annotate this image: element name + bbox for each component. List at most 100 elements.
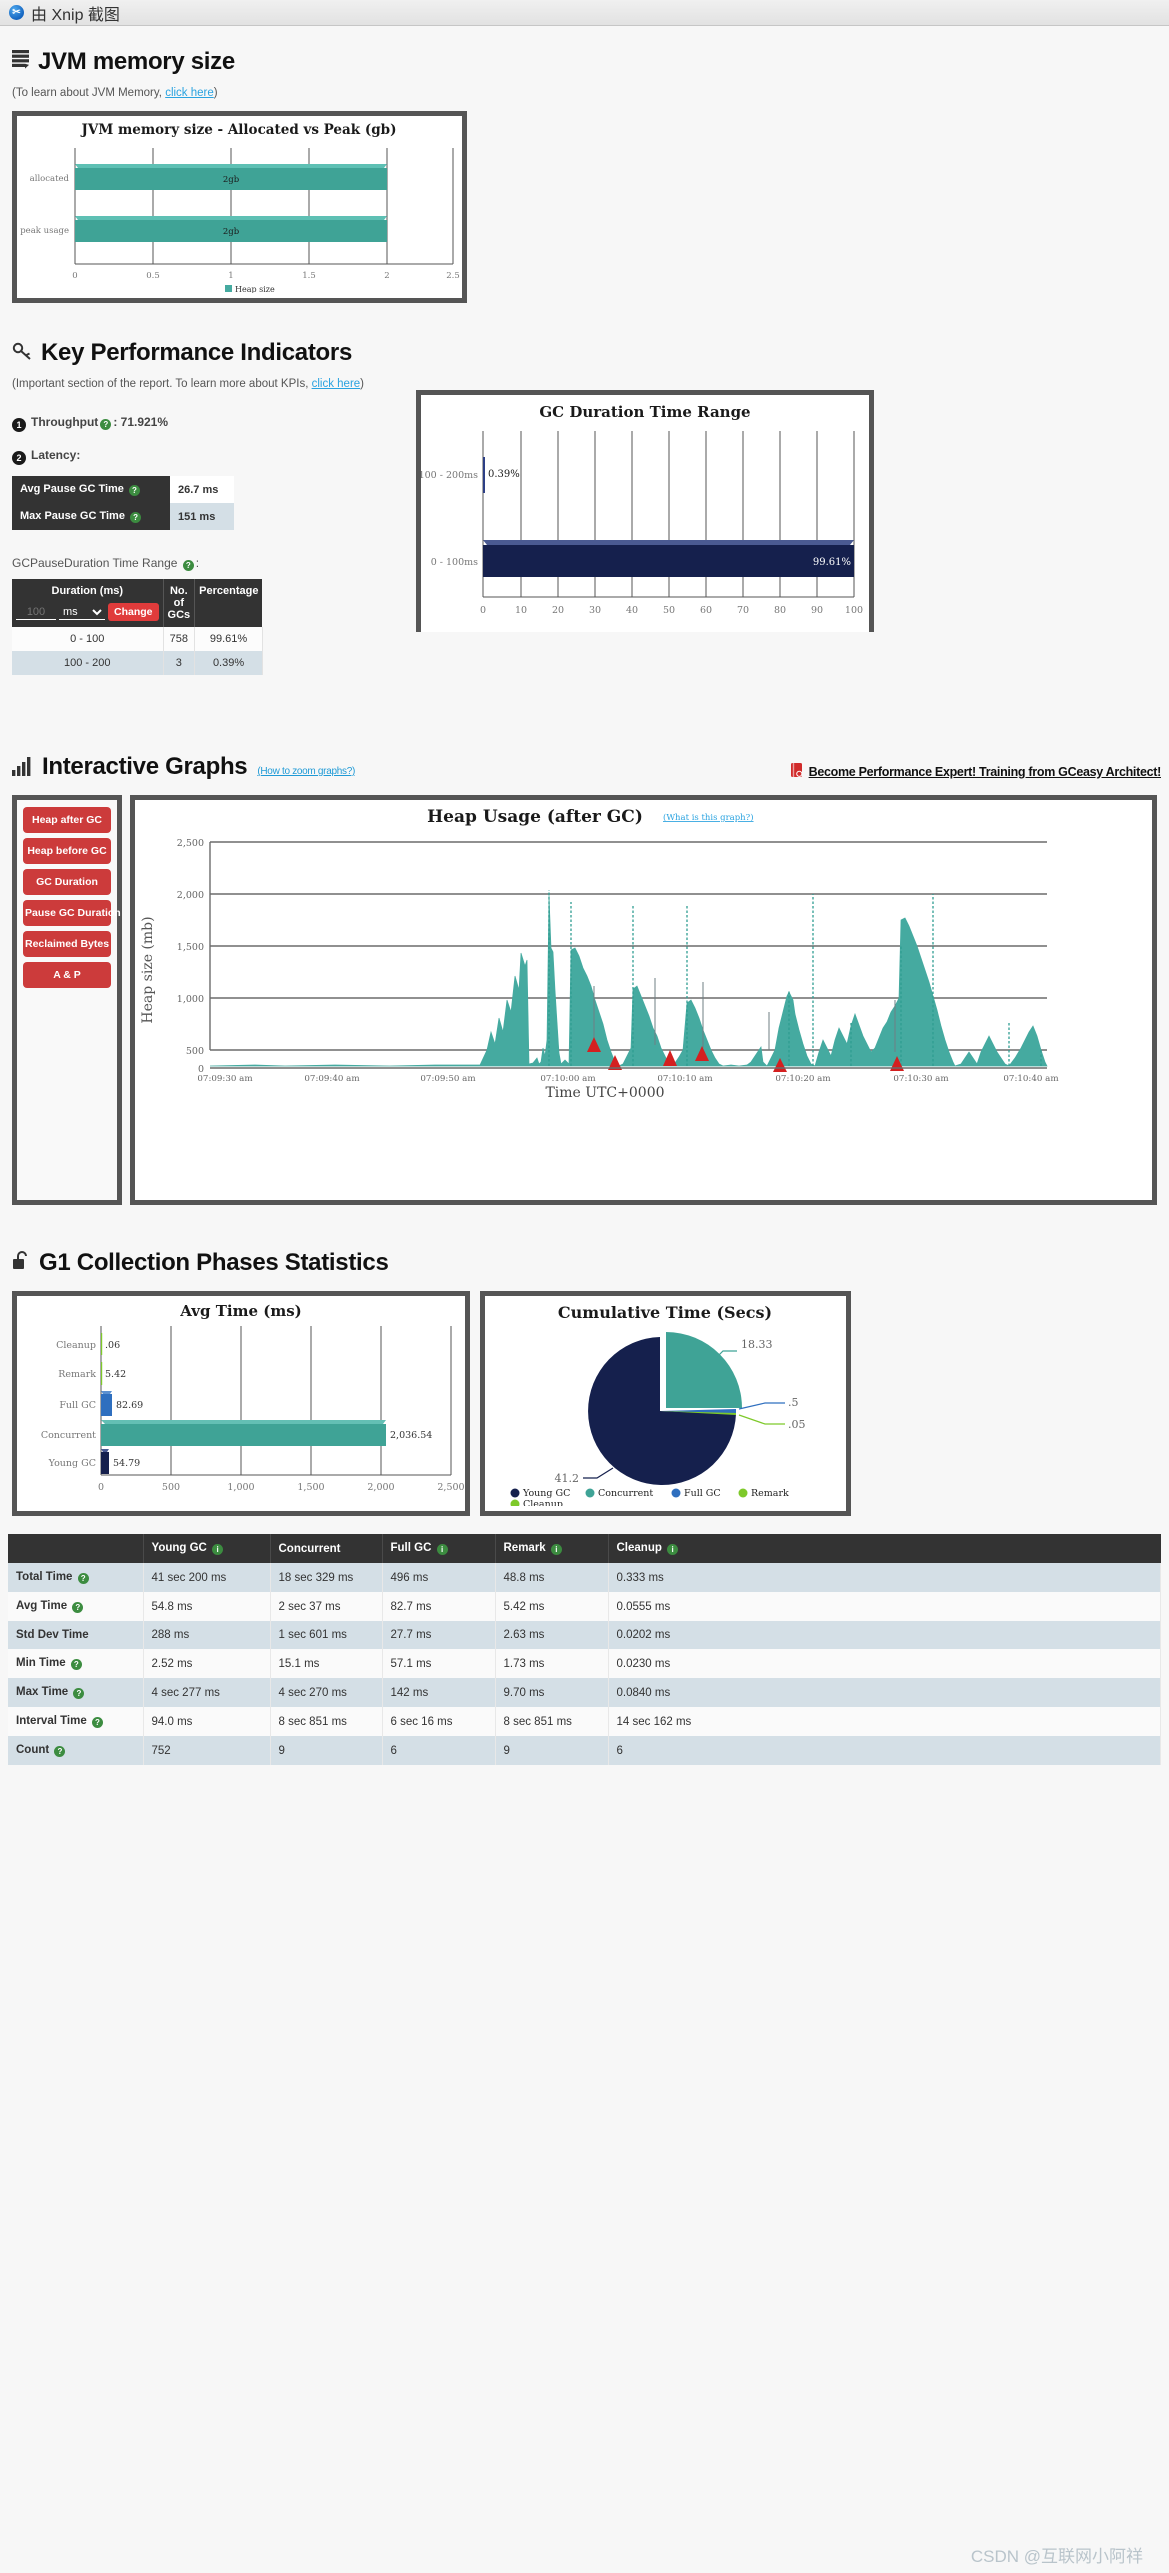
bullet-1: 1 <box>12 418 26 432</box>
pie-label-young-gc: 41.2 <box>555 1472 580 1485</box>
g1-avg-time-svg: Avg Time (ms) .06 Cleanup 5.42 Remark 82… <box>41 1302 465 1493</box>
heap-xtick-1: 07:09:40 am <box>304 1074 359 1084</box>
duration-change-button[interactable]: Change <box>108 603 159 621</box>
heap-after-gc-button[interactable]: Heap after GC <box>23 807 111 833</box>
gceasy-training-link[interactable]: Become Performance Expert! Training from… <box>809 765 1162 779</box>
gcpause-duration-help-icon[interactable]: ? <box>182 560 194 571</box>
row-label-interval-time: Interval Time ? <box>8 1707 144 1736</box>
gcd-xtick-1: 10 <box>515 605 527 616</box>
min-time-help-icon[interactable]: ? <box>70 1659 82 1670</box>
jvm-xtick-3: 1.5 <box>302 271 316 281</box>
latency-label: Latency: <box>31 448 81 462</box>
avg-pause-label: Avg Pause GC Time ? <box>12 476 170 503</box>
cell-avg-cleanup: 0.0555 ms <box>608 1592 1161 1621</box>
jvm-bar-peak: 2gb <box>75 216 387 242</box>
gc-duration-chart-frame: GC Duration Time Range 0.39% 99.61% 100 … <box>416 390 874 632</box>
pie-legend: Young GC Concurrent Full GC Remark Clean… <box>510 1488 789 1510</box>
cell-std-full: 27.7 ms <box>382 1621 496 1649</box>
heap-ytick-1000: 1,000 <box>177 994 204 1005</box>
cleanup-help-icon[interactable]: i <box>667 1544 679 1555</box>
young-gc-help-icon[interactable]: i <box>212 1544 224 1555</box>
duration-gcs-0: 758 <box>163 627 196 651</box>
gcd-xtick-5: 50 <box>663 605 675 616</box>
g1-cumulative-chart-frame: Cumulative Time (Secs) 18.33 .5 .05 41.2… <box>480 1291 851 1516</box>
avg-pause-help-icon[interactable]: ? <box>129 485 140 496</box>
kpi-left-column: 1 Throughput?: 71.921% 2 Latency: Avg Paus… <box>8 404 416 675</box>
heap-usage-title: Heap Usage (after GC) <box>427 807 643 827</box>
stats-col-concurrent: Concurrent <box>270 1534 383 1563</box>
gcd-ytick-1: 0 - 100ms <box>431 557 478 568</box>
heap-before-gc-button[interactable]: Heap before GC <box>23 838 111 864</box>
avg-time-help-icon[interactable]: ? <box>72 1602 84 1613</box>
table-row: 0 - 100 758 99.61% <box>12 627 263 651</box>
jvm-memory-heading-label: JVM memory size <box>38 48 235 75</box>
g1-avg-time-chart[interactable]: Avg Time (ms) .06 Cleanup 5.42 Remark 82… <box>17 1296 465 1511</box>
gcd-bar-0-100: 99.61% <box>483 540 854 577</box>
heap-xtick-0: 07:09:30 am <box>197 1074 252 1084</box>
remark-help-icon[interactable]: i <box>550 1544 562 1555</box>
table-row: Min Time ? 2.52 ms 15.1 ms 57.1 ms 1.73 … <box>8 1649 1161 1678</box>
jvm-ytick-allocated: allocated <box>30 174 70 184</box>
jvm-legend-swatch <box>225 285 232 292</box>
pie-leader-remark <box>738 1414 785 1425</box>
total-time-help-icon[interactable]: ? <box>77 1573 89 1584</box>
reclaimed-bytes-button[interactable]: Reclaimed Bytes <box>23 931 111 957</box>
gc-duration-button[interactable]: GC Duration <box>23 869 111 895</box>
percentage-col-header: Percentage <box>194 579 263 627</box>
legend-dot-concurrent <box>585 1488 595 1498</box>
gc-duration-chart[interactable]: GC Duration Time Range 0.39% 99.61% 100 … <box>419 395 869 632</box>
g1-cumulative-chart[interactable]: Cumulative Time (Secs) 18.33 .5 .05 41.2… <box>485 1296 846 1511</box>
stats-header-row: Young GC i Concurrent Full GC i Remark i… <box>8 1534 1161 1563</box>
avg-xtick-5: 2,500 <box>437 1482 464 1493</box>
jvm-memory-chart-svg: JVM memory size - Allocated vs Peak (gb)… <box>20 122 460 294</box>
jvm-memory-learn-link[interactable]: click here <box>165 87 214 99</box>
max-time-help-icon[interactable]: ? <box>73 1688 85 1699</box>
throughput-help-icon[interactable]: ? <box>100 419 112 430</box>
interval-time-help-icon[interactable]: ? <box>91 1717 103 1728</box>
cell-max-concurrent: 4 sec 270 ms <box>270 1678 383 1707</box>
graph-button-column: Heap after GC Heap before GC GC Duration… <box>12 795 122 1205</box>
key-icon <box>12 341 32 365</box>
legend-label-full-gc: Full GC <box>684 1488 721 1499</box>
count-help-icon[interactable]: ? <box>54 1746 66 1757</box>
pause-gc-duration-button[interactable]: Pause GC Duration <box>23 900 121 926</box>
kpi-learn-link[interactable]: click here <box>312 378 361 390</box>
max-pause-help-icon[interactable]: ? <box>130 512 142 523</box>
gcd-xtick-9: 90 <box>811 605 823 616</box>
g1-heading: G1 Collection Phases Statistics <box>12 1249 1161 1277</box>
cell-min-concurrent: 15.1 ms <box>270 1649 383 1678</box>
gcpause-duration-colon: : <box>195 556 200 570</box>
kpi-subtitle: (Important section of the report. To lea… <box>12 378 1161 390</box>
heap-ytick-2500: 2,500 <box>177 838 204 849</box>
duration-range-0: 0 - 100 <box>12 627 164 651</box>
duration-pct-0: 99.61% <box>194 627 263 651</box>
xnip-title-label: 由 Xnip 截图 <box>31 6 120 24</box>
avg-xtick-1: 500 <box>162 1482 180 1493</box>
how-to-zoom-link[interactable]: (How to zoom graphs?) <box>257 766 355 777</box>
g1-heading-label: G1 Collection Phases Statistics <box>39 1249 389 1276</box>
legend-label-remark: Remark <box>751 1488 789 1499</box>
a-and-p-button[interactable]: A & P <box>23 962 111 988</box>
stats-col-remark: Remark i <box>495 1534 609 1563</box>
throughput-value: : 71.921% <box>113 415 169 429</box>
g1-cumulative-svg: Cumulative Time (Secs) 18.33 .5 .05 41.2… <box>510 1303 806 1510</box>
avg-bar-concurrent: 2,036.54 <box>101 1420 432 1446</box>
heap-usage-xlabel: Time UTC+0000 <box>545 1085 664 1100</box>
table-row: Avg Pause GC Time ? 26.7 ms <box>12 476 234 503</box>
jvm-memory-chart[interactable]: JVM memory size - Allocated vs Peak (gb)… <box>17 116 462 298</box>
interactive-graphs-heading: Interactive Graphs (How to zoom graphs?)… <box>12 753 1161 781</box>
table-row: Max Time ? 4 sec 277 ms 4 sec 270 ms 142… <box>8 1678 1161 1707</box>
max-pause-text: Max Pause GC Time <box>20 510 125 522</box>
avg-xtick-4: 2,000 <box>367 1482 394 1493</box>
duration-threshold-input[interactable] <box>16 604 56 620</box>
heap-usage-chart[interactable]: Heap Usage (after GC) (What is this grap… <box>130 795 1157 1205</box>
duration-unit-select[interactable]: ms <box>59 604 105 620</box>
cell-total-remark: 48.8 ms <box>495 1563 609 1592</box>
heap-xtick-7: 07:10:40 am <box>1003 1074 1058 1084</box>
cell-total-cleanup: 0.333 ms <box>608 1563 1161 1592</box>
full-gc-help-icon[interactable]: i <box>436 1544 448 1555</box>
avg-bar-concurrent-label: 2,036.54 <box>390 1430 432 1441</box>
jvm-xtick-1: 0.5 <box>146 271 160 281</box>
cell-total-full: 496 ms <box>382 1563 496 1592</box>
avg-ytick-concurrent: Concurrent <box>41 1430 96 1441</box>
